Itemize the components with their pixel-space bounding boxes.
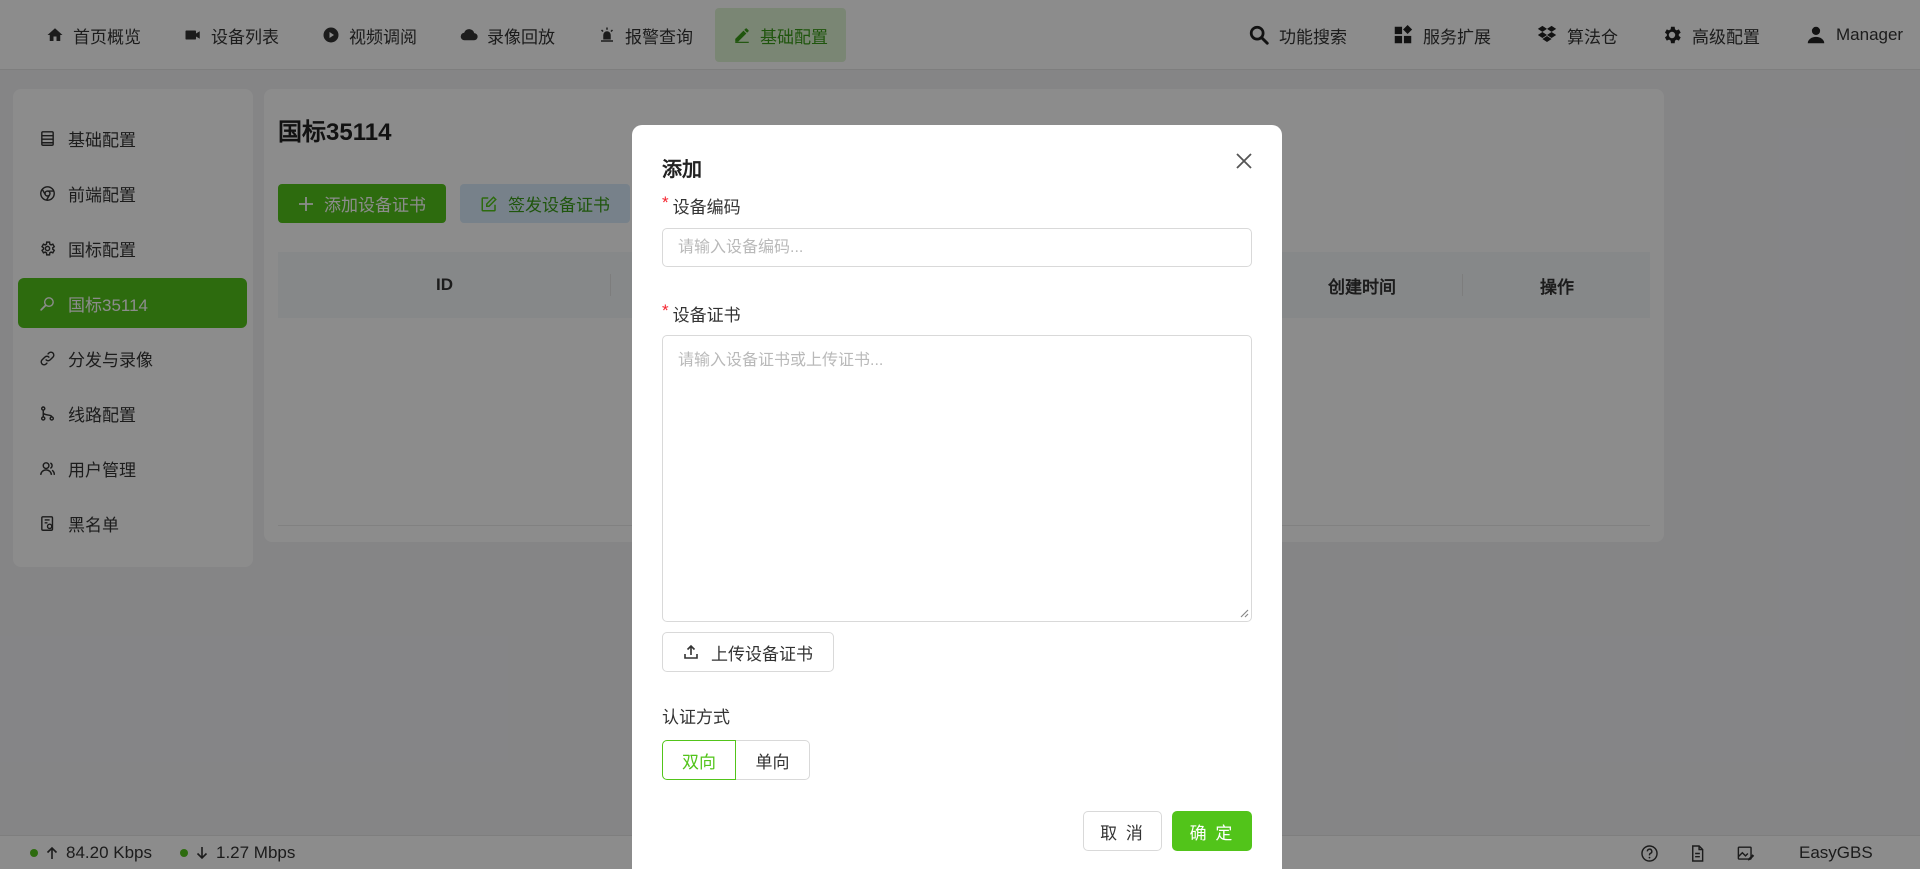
- upload-certificate-button[interactable]: 上传设备证书: [662, 632, 834, 672]
- resize-handle-icon[interactable]: [1239, 608, 1249, 618]
- device-code-input[interactable]: [662, 228, 1252, 267]
- device-cert-label-text: 设备证书: [672, 306, 741, 325]
- close-icon[interactable]: [1234, 151, 1254, 171]
- auth-option-two-way[interactable]: 双向: [662, 740, 736, 780]
- device-cert-textarea[interactable]: [662, 335, 1252, 622]
- upload-certificate-label: 上传设备证书: [711, 644, 813, 664]
- upload-icon: [684, 644, 698, 659]
- confirm-button[interactable]: 确 定: [1172, 811, 1252, 851]
- device-cert-label: * 设备证书: [662, 301, 741, 326]
- cancel-button[interactable]: 取 消: [1083, 811, 1162, 851]
- device-code-label-text: 设备编码: [672, 198, 741, 217]
- auth-method-label: 认证方式: [662, 708, 730, 727]
- add-certificate-dialog: 添加 * 设备编码 * 设备证书 上传设备证书 认证方式 双向 单向 取 消 确…: [632, 125, 1282, 869]
- required-mark: *: [662, 193, 669, 212]
- dialog-title: 添加: [662, 159, 702, 181]
- device-code-label: * 设备编码: [662, 193, 741, 218]
- required-mark: *: [662, 301, 669, 320]
- auth-option-one-way[interactable]: 单向: [736, 740, 810, 780]
